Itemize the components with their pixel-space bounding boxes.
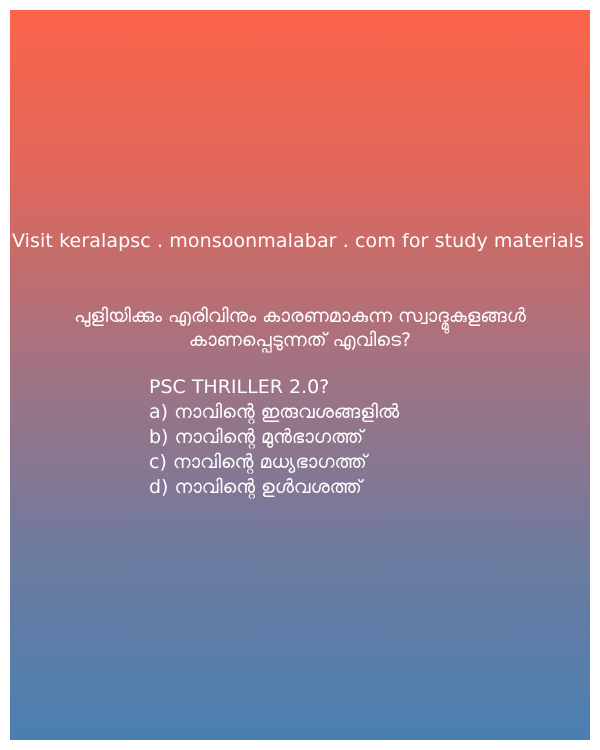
series-label: PSC THRILLER 2.0? xyxy=(149,376,330,398)
quiz-card: Visit keralapsc . monsoonmalabar . com f… xyxy=(10,10,590,740)
visit-website-text: Visit keralapsc . monsoonmalabar . com f… xyxy=(12,230,585,252)
option-d: d) നാവിന്റെ ഉൾവശത്ത് xyxy=(149,476,362,498)
answer-block: PSC THRILLER 2.0? a) നാവിന്റെ ഇരുവശങ്ങളി… xyxy=(149,375,579,500)
question-line-2: കാണപ്പെടുന്നത് എവിടെ? xyxy=(188,329,412,351)
option-c: c) നാവിന്റെ മധ്യഭാഗത്ത് xyxy=(149,451,367,473)
question-line-1: പുളിയിക്കും എരിവിനും കാരണമാകുന്ന സ്വാദ്മ… xyxy=(74,305,526,327)
option-b: b) നാവിന്റെ മുൻഭാഗത്ത് xyxy=(149,426,364,448)
question-text: പുളിയിക്കും എരിവിനും കാരണമാകുന്ന സ്വാദ്മ… xyxy=(10,304,590,352)
option-a: a) നാവിന്റെ ഇരുവശങ്ങളിൽ xyxy=(149,401,400,423)
